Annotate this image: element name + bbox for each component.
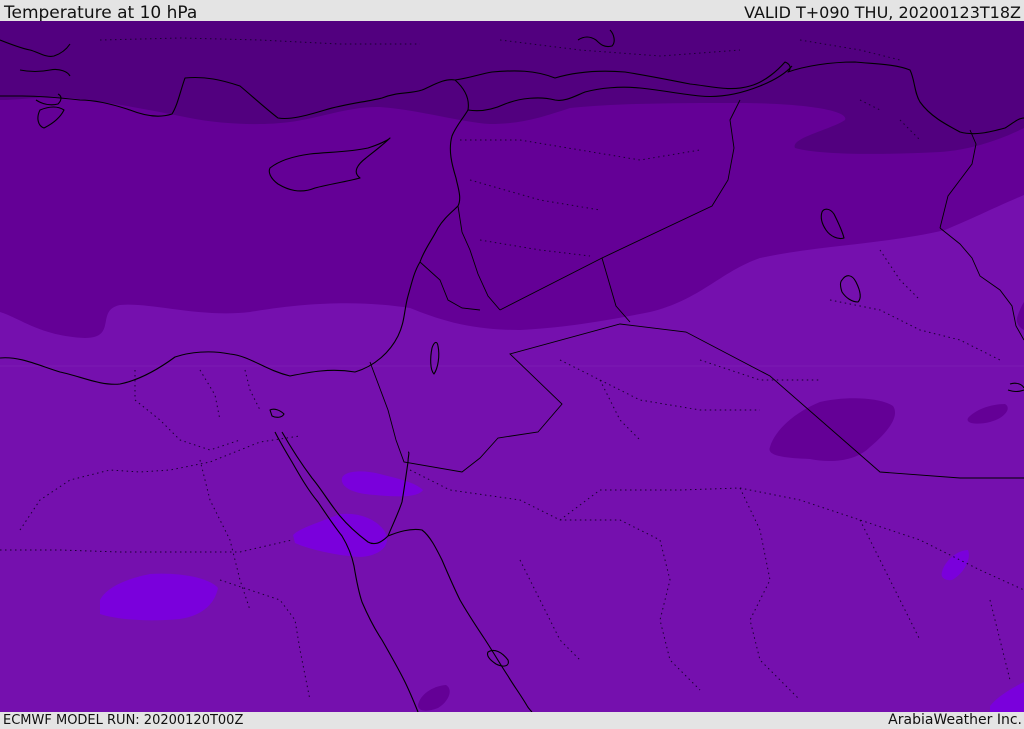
- map-title: Temperature at 10 hPa: [4, 3, 198, 23]
- temperature-map[interactable]: [0, 21, 1024, 712]
- credit-label: ArabiaWeather Inc.: [888, 712, 1022, 728]
- model-run-label: ECMWF MODEL RUN: 20200120T00Z: [3, 713, 244, 728]
- map-header: Temperature at 10 hPa VALID T+090 THU, 2…: [0, 0, 1024, 23]
- valid-time-label: VALID T+090 THU, 20200123T18Z: [744, 3, 1021, 22]
- map-footer: ECMWF MODEL RUN: 20200120T00Z ArabiaWeat…: [0, 712, 1024, 729]
- map-viewer: Temperature at 10 hPa VALID T+090 THU, 2…: [0, 0, 1024, 729]
- map-canvas: [0, 21, 1024, 712]
